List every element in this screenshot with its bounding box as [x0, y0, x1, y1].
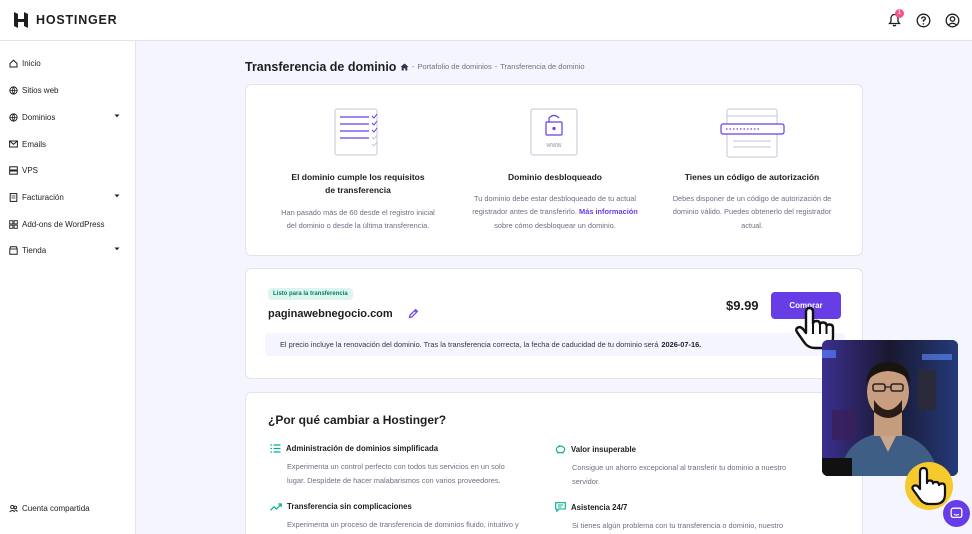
server-icon [8, 165, 18, 175]
requirement-text: registrador antes de transferirlo. Más i… [457, 205, 653, 219]
sidebar-item-dominios[interactable]: Dominios [0, 107, 136, 127]
chat-support-icon [555, 502, 566, 512]
shared-account-link[interactable]: Cuenta compartida [0, 498, 136, 518]
ready-status-badge: Listo para la transferencia [268, 288, 353, 300]
breadcrumb: - Portafolio de dominios - Transferencia… [400, 62, 585, 71]
why-hostinger-card: ¿Por qué cambiar a Hostinger? Administra… [245, 392, 863, 534]
sidebar-item-tienda[interactable]: Tienda [0, 240, 136, 260]
breadcrumb-separator: - [494, 62, 498, 71]
brand-name: HOSTINGER [36, 13, 118, 27]
sidebar-item-label: Emails [22, 139, 47, 149]
requirement-text: dominio válido. Puedes obtenerlo del reg… [672, 207, 832, 216]
account-button[interactable] [942, 10, 962, 30]
chat-icon [950, 507, 963, 519]
piggy-bank-icon [555, 445, 566, 454]
home-icon [8, 58, 18, 68]
expiry-date: 2026-07-16. [661, 340, 702, 349]
requirement-text: Han pasado más de 60 desde el registro i… [281, 208, 435, 217]
sidebar-item-facturacion[interactable]: Facturación [0, 187, 136, 207]
live-chat-button[interactable] [943, 500, 970, 527]
breadcrumb-separator: - [412, 62, 415, 71]
more-info-link[interactable]: Más información [579, 207, 638, 216]
mail-icon [8, 139, 18, 149]
feature-text: Experimenta un proceso de transferencia … [287, 520, 519, 529]
feature-title: Administración de dominios simplificada [286, 444, 439, 453]
help-button[interactable] [913, 10, 933, 30]
notifications-button[interactable]: 1 [884, 9, 904, 30]
sidebar-item-sitios-web[interactable]: Sitios web [0, 80, 136, 100]
requirement-text: Debes disponer de un código de autorizac… [672, 194, 832, 203]
help-icon [916, 13, 930, 27]
sidebar-item-label: Tienda [22, 245, 47, 255]
requirement-title: Tienes un código de autorización [684, 172, 820, 182]
transfer-price: $9.99 [726, 298, 759, 313]
domain-name: paginawebnegocio.com [268, 308, 393, 320]
globe-icon [8, 112, 18, 122]
account-icon [945, 13, 959, 27]
billing-icon [8, 192, 18, 202]
page-title: Transferencia de dominio [245, 60, 397, 74]
feature-text: Si tienes algún problema con tu transfer… [572, 521, 784, 530]
hostinger-logo-icon [14, 12, 28, 28]
feature-title: Asistencia 24/7 [571, 502, 628, 512]
shared-account-label: Cuenta compartida [22, 503, 90, 513]
sidebar-item-label: Inicio [22, 58, 41, 68]
feature-text: lugar. Despídete de hacer malabarismos c… [287, 475, 501, 485]
feature-domain-management: Administración de dominios simplificada … [270, 444, 540, 487]
feature-title: Transferencia sin complicaciones [287, 502, 412, 511]
sidebar-item-vps[interactable]: VPS [0, 160, 136, 180]
breadcrumb-link[interactable]: Portafolio de dominios [418, 62, 492, 71]
sidebar-item-label: Add-ons de WordPress [22, 219, 105, 229]
feature-value: Valor insuperable Consigue un ahorro exc… [555, 444, 825, 488]
list-icon [270, 444, 281, 453]
hostinger-logo[interactable]: HOSTINGER [12, 11, 118, 29]
requirement-title: El dominio cumple los requisitos de tran… [291, 172, 425, 195]
top-bar: HOSTINGER 1 [0, 0, 972, 41]
sidebar-item-inicio[interactable]: Inicio [0, 53, 136, 73]
wordpress-icon [8, 219, 18, 229]
checklist-illustration-icon [334, 108, 378, 156]
globe-icon [8, 85, 18, 95]
domain-transfer-card: Listo para la transferencia paginawebneg… [245, 268, 863, 379]
sidebar-item-label: Facturación [22, 192, 64, 202]
presenter-video-image [822, 340, 958, 476]
store-icon [8, 245, 18, 255]
chevron-down-icon [114, 114, 120, 118]
requirement-text: Tu dominio debe estar desbloqueado de tu… [473, 194, 637, 203]
requirement-text-part: registrador antes de transferirlo. [472, 207, 577, 216]
requirement-title: Dominio desbloqueado [508, 172, 602, 182]
transfer-requirements-card: El dominio cumple los requisitos de tran… [245, 84, 863, 256]
feature-title: Valor insuperable [571, 444, 636, 454]
chevron-down-icon [114, 247, 120, 251]
feature-text: Experimenta un control perfecto con todo… [287, 462, 505, 471]
breadcrumb-current: Transferencia de dominio [500, 62, 585, 71]
sidebar: Inicio Sitios web Dominios Emails VPS Fa… [0, 41, 136, 534]
unlocked-domain-illustration-icon: www [530, 108, 578, 156]
sidebar-item-label: VPS [22, 165, 39, 175]
sidebar-item-addons-wordpress[interactable]: Add-ons de WordPress [0, 214, 136, 234]
www-label: www [545, 142, 562, 149]
auth-code-illustration-icon [720, 108, 785, 158]
why-hostinger-title: ¿Por qué cambiar a Hostinger? [268, 413, 447, 427]
sidebar-item-label: Sitios web [22, 85, 59, 95]
feature-text: Consigue un ahorro excepcional al transf… [572, 463, 787, 472]
price-notice: El precio incluye la renovación del domi… [265, 333, 845, 356]
requirement-text: del dominio o desde la última transferen… [286, 221, 430, 230]
chevron-down-icon [114, 194, 120, 198]
price-notice-text: El precio incluye la renovación del domi… [280, 340, 659, 349]
edit-pencil-icon[interactable] [408, 308, 419, 319]
notification-badge: 1 [895, 9, 904, 18]
feature-text: servidor. [572, 476, 600, 486]
requirement-text: sobre cómo desbloquear un dominio. [494, 221, 616, 230]
feature-support: Asistencia 24/7 Si tienes algún problema… [555, 502, 825, 533]
home-icon[interactable] [400, 63, 409, 71]
presenter-webcam-overlay [822, 340, 958, 476]
trend-up-icon [270, 502, 282, 511]
feature-easy-transfer: Transferencia sin complicaciones Experim… [270, 502, 540, 532]
users-icon [8, 503, 18, 513]
requirement-text: actual. [741, 221, 763, 230]
sidebar-item-emails[interactable]: Emails [0, 134, 136, 154]
sidebar-item-label: Dominios [22, 112, 56, 122]
